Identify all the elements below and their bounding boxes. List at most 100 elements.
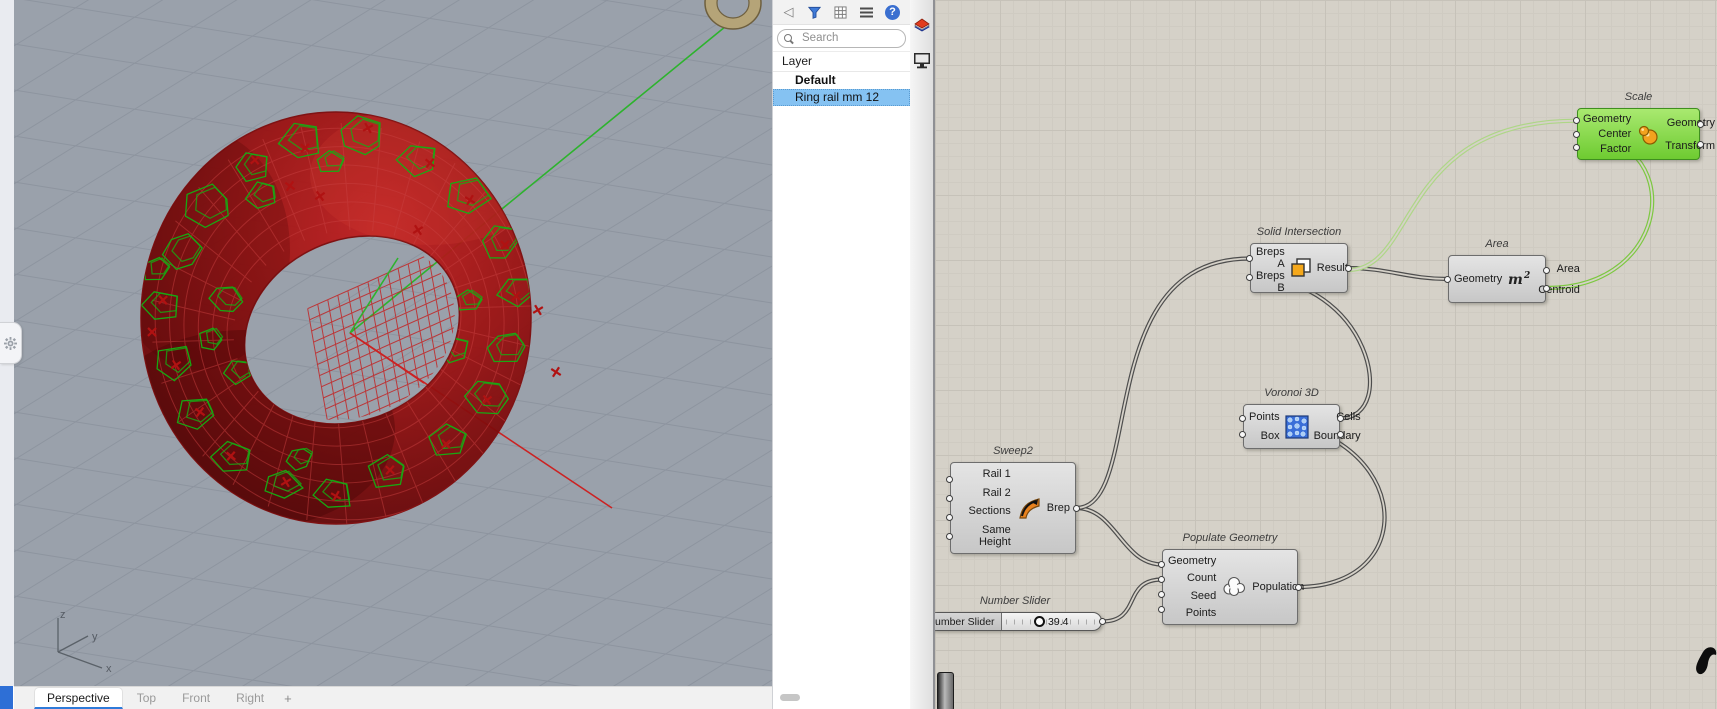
port-in-geometry: Geometry	[1454, 273, 1503, 285]
tab-perspective[interactable]: Perspective	[34, 687, 123, 709]
socket[interactable]	[1345, 264, 1352, 272]
node-title-populate-geometry: Populate Geometry	[1182, 532, 1278, 544]
layer-row-default[interactable]: Default	[773, 72, 910, 89]
port-out-area: Area	[1556, 262, 1580, 275]
add-viewport-icon[interactable]: +	[278, 688, 298, 709]
node-solid-intersection[interactable]: Breps A Breps B Result	[1250, 243, 1348, 294]
viewport-tab-bar: Perspective Top Front Right +	[14, 686, 772, 709]
port-in-rail-1: Rail 1	[982, 468, 1011, 481]
node-title-scale: Scale	[1624, 91, 1653, 103]
socket[interactable]	[946, 495, 953, 502]
port-in-box: Box	[1260, 430, 1280, 443]
grasshopper-canvas[interactable]: Geometry Center Factor Geometry Transform Sca…	[935, 0, 1717, 709]
solid-intersection-icon	[1290, 257, 1312, 279]
rhino-grasshopper-window: zyx Perspective Top Front Right + ◁ ? Se…	[0, 0, 1717, 709]
cursor-glyph	[1696, 647, 1717, 675]
socket[interactable]	[1099, 618, 1106, 625]
port-in-rail-2: Rail 2	[982, 486, 1011, 499]
socket[interactable]	[946, 476, 953, 483]
port-out-transform: Transform	[1665, 139, 1716, 152]
port-in-same-height: Same Height	[978, 523, 1011, 548]
viewport-settings-tab[interactable]	[0, 322, 22, 364]
layer-row-ring-rail[interactable]: Ring rail mm 12	[773, 89, 910, 106]
slider-track[interactable]: 39.4	[1002, 613, 1101, 630]
port-in-geometry: Geometry	[1168, 554, 1217, 567]
port-out-brep: Brep	[1046, 502, 1070, 514]
port-in-factor: Factor	[1600, 143, 1632, 156]
port-in-center: Center	[1598, 127, 1632, 140]
axis-x-label: x	[106, 663, 112, 675]
node-title-voronoi-3d: Voronoi 3D	[1264, 387, 1319, 399]
port-in-count: Count	[1186, 572, 1217, 585]
socket[interactable]	[1158, 561, 1165, 568]
socket[interactable]	[1573, 130, 1580, 138]
socket[interactable]	[946, 514, 953, 521]
socket[interactable]	[1444, 275, 1451, 283]
socket[interactable]	[1337, 414, 1344, 422]
port-in-sections: Sections	[968, 505, 1011, 518]
panel-tab-strip	[910, 0, 935, 709]
node-sweep2[interactable]: Rail 1 Rail 2 Sections Same Height Brep	[950, 462, 1076, 554]
tab-front[interactable]: Front	[170, 688, 222, 709]
socket[interactable]	[1158, 606, 1165, 613]
gear-icon	[4, 336, 17, 350]
wire	[1073, 256, 1253, 511]
canvas-corner-widget[interactable]	[937, 672, 954, 709]
socket[interactable]	[1543, 266, 1550, 274]
layer-column-header[interactable]: Layer	[773, 52, 910, 72]
area-icon: m2	[1507, 270, 1533, 288]
layers-tab-icon[interactable]	[913, 18, 931, 36]
port-in-points: Points	[1249, 410, 1280, 423]
port-in-geometry: Geometry	[1583, 112, 1632, 125]
svg-text:m: m	[1508, 272, 1523, 288]
help-icon[interactable]: ?	[885, 4, 900, 20]
statusbar-corner	[0, 686, 13, 709]
node-area[interactable]: Geometry m 2 Area Centroid	[1448, 255, 1580, 303]
panel-scrollbar-thumb[interactable]	[780, 694, 800, 701]
socket[interactable]	[1543, 284, 1550, 292]
socket[interactable]	[1697, 120, 1704, 128]
node-title-solid-intersection: Solid Intersection	[1256, 226, 1342, 238]
scale-icon	[1636, 122, 1660, 146]
socket[interactable]	[1573, 143, 1580, 151]
node-title-number-slider: Number Slider	[979, 595, 1051, 607]
slider-label: umber Slider	[935, 613, 1002, 630]
display-tab-icon[interactable]	[913, 52, 931, 70]
slider-value: 39.4	[1048, 615, 1069, 628]
port-in-breps-b: Breps B	[1256, 270, 1285, 294]
grid-icon[interactable]	[833, 5, 848, 20]
node-populate-geometry[interactable]: Geometry Count Seed Points Population	[1162, 549, 1304, 625]
slider-knob[interactable]	[1034, 616, 1046, 627]
node-title-area: Area	[1485, 238, 1509, 250]
socket[interactable]	[1158, 576, 1165, 583]
node-number-slider[interactable]: umber Slider 39.4	[935, 612, 1102, 631]
wires-layer	[1073, 118, 1717, 675]
socket[interactable]	[1246, 274, 1253, 281]
node-scale[interactable]: Geometry Center Factor Geometry Transform	[1577, 108, 1715, 160]
node-voronoi-3d[interactable]: PointsBoxCellsBoundary	[1243, 404, 1361, 449]
tab-right[interactable]: Right	[224, 688, 276, 709]
svg-text:2: 2	[1523, 271, 1530, 281]
socket[interactable]	[1246, 255, 1253, 262]
filter-icon[interactable]	[807, 5, 822, 20]
socket[interactable]	[1158, 591, 1165, 598]
sweep2-icon	[1016, 495, 1042, 521]
socket[interactable]	[946, 533, 953, 540]
search-box[interactable]	[777, 28, 906, 48]
populate-geometry-icon	[1221, 575, 1247, 599]
layers-panel-toolbar: ◁ ?	[773, 0, 910, 25]
rhino-viewport[interactable]: z y x	[14, 0, 772, 686]
menu-icon[interactable]	[859, 5, 874, 20]
tab-top[interactable]: Top	[125, 688, 168, 709]
back-icon[interactable]: ◁	[781, 4, 796, 20]
search-icon	[784, 33, 792, 42]
port-in-seed: Seed	[1190, 589, 1217, 602]
socket[interactable]	[1697, 140, 1704, 148]
axis-z-label: z	[60, 609, 66, 621]
wire	[1345, 118, 1580, 273]
socket[interactable]	[1239, 414, 1246, 422]
port-out-geometry: Geometry	[1666, 116, 1716, 129]
socket[interactable]	[1073, 504, 1080, 512]
socket[interactable]	[1295, 583, 1302, 591]
search-input[interactable]	[800, 31, 905, 45]
